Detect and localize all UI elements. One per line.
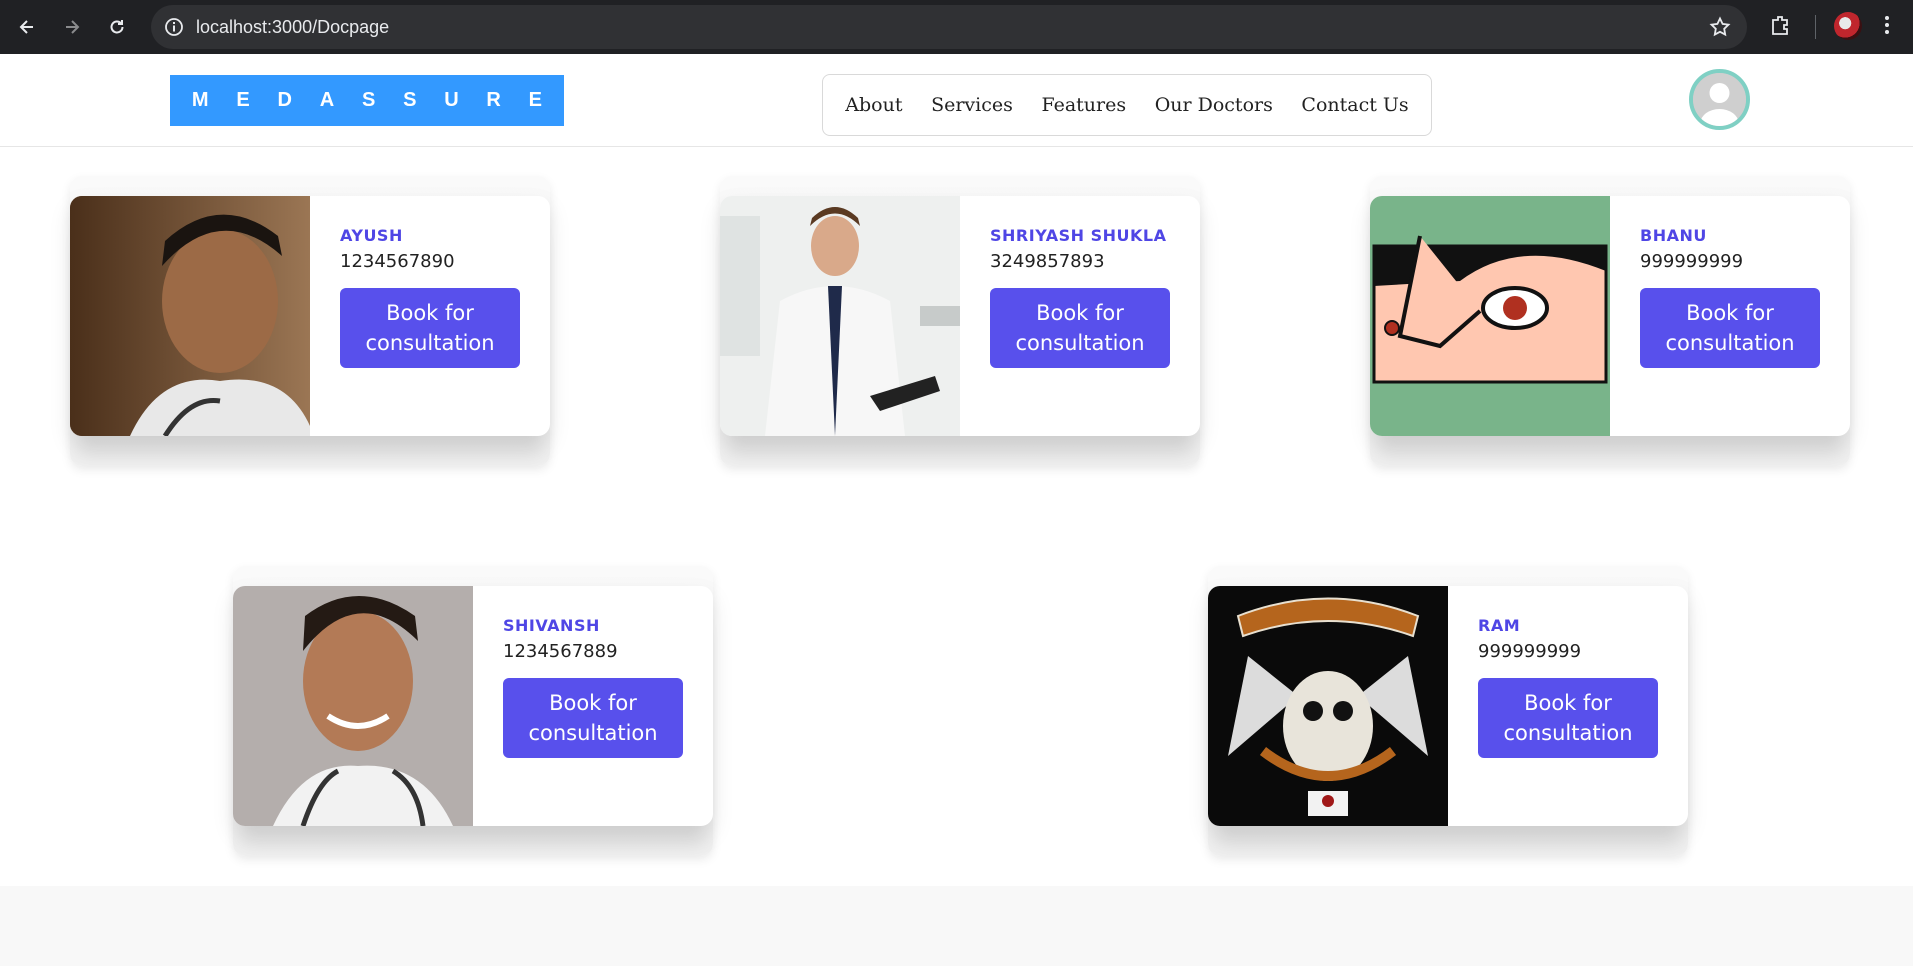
doctor-card: BHANU 999999999 Book for consultation (1370, 196, 1850, 436)
doctor-card: SHIVANSH 1234567889 Book for consultatio… (233, 586, 713, 826)
book-consultation-button[interactable]: Book for consultation (1640, 288, 1820, 368)
browser-toolbar: localhost:3000/Docpage (0, 0, 1913, 54)
doctor-phone: 1234567890 (340, 251, 455, 272)
logo-letter: D (277, 89, 292, 111)
back-arrow-icon[interactable] (12, 12, 42, 42)
site-info-icon[interactable] (163, 16, 185, 43)
nav-features[interactable]: Features (1041, 94, 1126, 116)
nav-our-doctors[interactable]: Our Doctors (1155, 94, 1273, 116)
book-consultation-button[interactable]: Book for consultation (503, 678, 683, 758)
doctor-card: SHRIYASH SHUKLA 3249857893 Book for cons… (720, 196, 1200, 436)
doctor-phone: 3249857893 (990, 251, 1105, 272)
doctor-photo (1370, 196, 1610, 436)
doctor-photo (1208, 586, 1448, 826)
reload-icon[interactable] (102, 12, 132, 42)
doctor-phone: 1234567889 (503, 641, 618, 662)
more-menu-icon[interactable] (1882, 12, 1892, 43)
doctor-photo (70, 196, 310, 436)
doctor-phone: 999999999 (1478, 641, 1582, 662)
doctor-name: RAM (1478, 616, 1521, 635)
doctor-name: AYUSH (340, 226, 403, 245)
profile-avatar-icon[interactable] (1834, 12, 1862, 40)
logo-letter: A (319, 89, 335, 111)
doctor-name: SHIVANSH (503, 616, 600, 635)
doctor-photo (720, 196, 960, 436)
doctor-name: SHRIYASH SHUKLA (990, 226, 1167, 245)
doctor-phone: 999999999 (1640, 251, 1744, 272)
book-consultation-button[interactable]: Book for consultation (990, 288, 1170, 368)
nav-contact-us[interactable]: Contact Us (1301, 94, 1408, 116)
user-avatar[interactable] (1689, 69, 1750, 130)
bookmark-star-icon[interactable] (1709, 16, 1731, 43)
nav-services[interactable]: Services (931, 94, 1013, 116)
logo-letter: S (403, 89, 417, 111)
logo-letter: M (191, 89, 209, 111)
logo-letter: E (236, 89, 250, 111)
page-footer (0, 886, 1913, 966)
forward-arrow-icon[interactable] (57, 12, 87, 42)
toolbar-divider (1815, 15, 1816, 39)
doctor-name: BHANU (1640, 226, 1707, 245)
logo-letter: E (528, 89, 542, 111)
brand-logo[interactable]: M E D A S S U R E (170, 75, 564, 126)
site-header: M E D A S S U R E About Services Feature… (0, 54, 1913, 147)
doctor-card: RAM 999999999 Book for consultation (1208, 586, 1688, 826)
logo-letter: S (361, 89, 376, 111)
url-text: localhost:3000/Docpage (196, 17, 390, 37)
main-nav: About Services Features Our Doctors Cont… (822, 74, 1432, 136)
book-consultation-button[interactable]: Book for consultation (340, 288, 520, 368)
doctor-photo (233, 586, 473, 826)
logo-letter: U (444, 89, 459, 111)
doctor-card: AYUSH 1234567890 Book for consultation (70, 196, 550, 436)
book-consultation-button[interactable]: Book for consultation (1478, 678, 1658, 758)
extensions-icon[interactable] (1768, 12, 1794, 43)
nav-about[interactable]: About (845, 94, 902, 116)
user-silhouette-icon (1693, 73, 1746, 126)
logo-letter: R (486, 89, 501, 111)
address-bar[interactable]: localhost:3000/Docpage (151, 5, 1747, 49)
